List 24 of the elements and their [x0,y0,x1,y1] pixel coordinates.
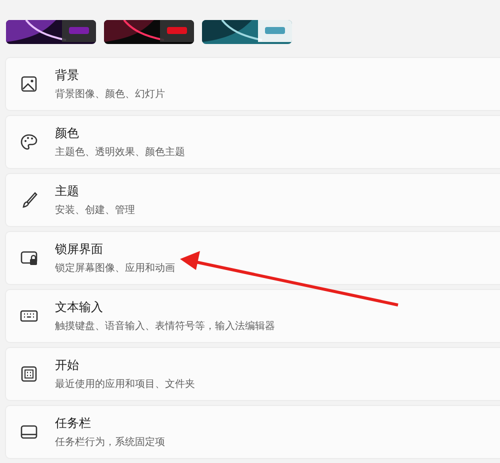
item-title: 开始 [55,357,80,374]
settings-item[interactable]: 背景 背景图像、颜色、幻灯片 [5,57,500,111]
item-description: 主题色、透明效果、颜色主题 [55,146,185,159]
item-title: 任务栏 [55,415,92,432]
image-icon [19,74,39,94]
item-title: 锁屏界面 [55,241,104,258]
item-title: 主题 [55,183,80,200]
palette-icon [19,132,39,152]
grid-window-icon [19,364,39,384]
settings-item[interactable]: 任务栏 任务栏行为，系统固定项 [5,405,500,459]
item-description: 安装、创建、管理 [55,204,135,217]
item-title: 文本输入 [55,299,104,316]
item-description: 背景图像、颜色、幻灯片 [55,88,165,101]
settings-item[interactable]: 主题 安装、创建、管理 [5,173,500,227]
item-description: 任务栏行为，系统固定项 [55,436,165,449]
settings-item[interactable]: 锁屏界面 锁定屏幕图像、应用和动画 [5,231,500,285]
settings-item[interactable]: 文本输入 触摸键盘、语音输入、表情符号等，输入法编辑器 [5,289,500,343]
item-title: 背景 [55,67,80,84]
item-description: 锁定屏幕图像、应用和动画 [55,262,175,275]
settings-item[interactable]: 颜色 主题色、透明效果、颜色主题 [5,115,500,169]
settings-item[interactable]: 开始 最近使用的应用和项目、文件夹 [5,347,500,401]
item-description: 触摸键盘、语音输入、表情符号等，输入法编辑器 [55,320,275,333]
item-title: 颜色 [55,125,80,142]
item-description: 最近使用的应用和项目、文件夹 [55,378,195,391]
